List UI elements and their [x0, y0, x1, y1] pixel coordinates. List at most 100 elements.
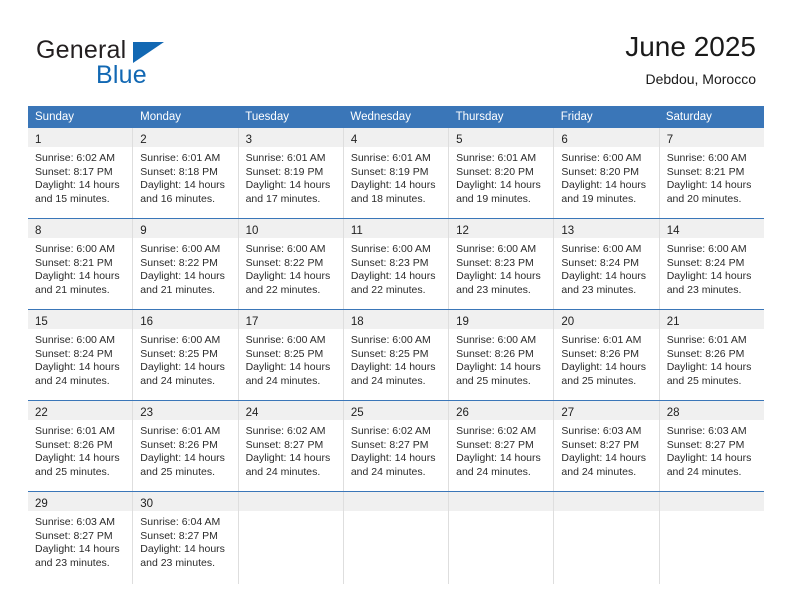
daylight-line-1: Daylight: 14 hours	[350, 361, 436, 374]
day-cell[interactable]: 13 Sunrise: 6:00 AM Sunset: 8:24 PM Dayl…	[554, 219, 660, 309]
day-cell[interactable]: 7 Sunrise: 6:00 AM Sunset: 8:21 PM Dayli…	[659, 128, 764, 218]
day-number-band	[659, 492, 764, 511]
daylight-line-2: and 24 minutes.	[666, 465, 742, 478]
page-subtitle-location: Debdou, Morocco	[645, 71, 756, 87]
day-cell[interactable]: 9 Sunrise: 6:00 AM Sunset: 8:22 PM Dayli…	[133, 219, 239, 309]
day-details: Sunrise: 6:00 AM Sunset: 8:26 PM Dayligh…	[449, 329, 553, 388]
day-number-band: 6	[554, 128, 659, 147]
daylight-line-2: and 23 minutes.	[140, 556, 215, 569]
day-cell[interactable]: 5 Sunrise: 6:01 AM Sunset: 8:20 PM Dayli…	[449, 128, 555, 218]
daylight-line-1: Daylight: 14 hours	[456, 179, 541, 192]
day-cell[interactable]: 3 Sunrise: 6:01 AM Sunset: 8:19 PM Dayli…	[238, 128, 344, 218]
daylight-line-2: and 22 minutes.	[245, 283, 321, 296]
sunrise-line: Sunrise: 6:02 AM	[245, 425, 326, 437]
sunset-line: Sunset: 8:27 PM	[561, 438, 640, 451]
daylight-line-1: Daylight: 14 hours	[666, 452, 752, 465]
daylight-line-1: Daylight: 14 hours	[561, 452, 647, 465]
day-number-band: 27	[554, 401, 659, 420]
sunset-line: Sunset: 8:18 PM	[140, 165, 218, 178]
logo-text-general: General	[36, 36, 127, 64]
day-details: Sunrise: 6:03 AM Sunset: 8:27 PM Dayligh…	[660, 420, 764, 479]
day-number: 18	[350, 316, 364, 328]
day-cell[interactable]: 16 Sunrise: 6:00 AM Sunset: 8:25 PM Dayl…	[133, 310, 239, 400]
day-cell[interactable]: 26 Sunrise: 6:02 AM Sunset: 8:27 PM Dayl…	[449, 401, 555, 491]
daylight-line-2: and 24 minutes.	[35, 374, 110, 387]
daylight-line-1: Daylight: 14 hours	[456, 361, 541, 374]
day-cell[interactable]: 27 Sunrise: 6:03 AM Sunset: 8:27 PM Dayl…	[554, 401, 660, 491]
daylight-line-2: and 19 minutes.	[561, 192, 637, 205]
page-header: General Blue June 2025 Debdou, Morocco	[0, 0, 792, 100]
sunrise-line: Sunrise: 6:03 AM	[666, 425, 747, 437]
logo-text-blue: Blue	[96, 61, 147, 89]
day-number: 25	[350, 407, 364, 419]
day-details: Sunrise: 6:00 AM Sunset: 8:23 PM Dayligh…	[344, 238, 448, 297]
sunrise-line: Sunrise: 6:00 AM	[140, 243, 221, 255]
sunrise-line: Sunrise: 6:00 AM	[35, 334, 115, 346]
day-cell[interactable]: 22 Sunrise: 6:01 AM Sunset: 8:26 PM Dayl…	[28, 401, 134, 491]
day-cell[interactable]: 2 Sunrise: 6:01 AM Sunset: 8:18 PM Dayli…	[133, 128, 239, 218]
daylight-line-1: Daylight: 14 hours	[561, 361, 647, 374]
week-row: 29 Sunrise: 6:03 AM Sunset: 8:27 PM Dayl…	[28, 491, 764, 584]
daylight-line-2: and 18 minutes.	[350, 192, 426, 205]
day-cell[interactable]: 20 Sunrise: 6:01 AM Sunset: 8:26 PM Dayl…	[554, 310, 660, 400]
day-cell[interactable]: 17 Sunrise: 6:00 AM Sunset: 8:25 PM Dayl…	[238, 310, 344, 400]
day-cell[interactable]: 1 Sunrise: 6:02 AM Sunset: 8:17 PM Dayli…	[28, 128, 134, 218]
day-number-band: 13	[554, 219, 659, 238]
day-number-band: 30	[133, 492, 238, 511]
daylight-line-1: Daylight: 14 hours	[561, 270, 647, 283]
daylight-line-2: and 21 minutes.	[140, 283, 215, 296]
daylight-line-2: and 24 minutes.	[350, 374, 426, 387]
sunset-line: Sunset: 8:26 PM	[456, 347, 534, 360]
general-blue-logo[interactable]: General Blue	[36, 36, 256, 89]
day-details: Sunrise: 6:02 AM Sunset: 8:17 PM Dayligh…	[28, 147, 132, 206]
day-number-band: 25	[343, 401, 449, 420]
day-cell[interactable]: 25 Sunrise: 6:02 AM Sunset: 8:27 PM Dayl…	[343, 401, 450, 491]
day-cell[interactable]: 23 Sunrise: 6:01 AM Sunset: 8:26 PM Dayl…	[133, 401, 239, 491]
sunrise-line: Sunrise: 6:01 AM	[245, 152, 326, 164]
sunrise-line: Sunrise: 6:01 AM	[140, 425, 221, 437]
day-details: Sunrise: 6:02 AM Sunset: 8:27 PM Dayligh…	[239, 420, 343, 479]
day-number-band: 12	[449, 219, 554, 238]
sunset-line: Sunset: 8:22 PM	[245, 256, 324, 269]
sunset-line: Sunset: 8:20 PM	[456, 165, 534, 178]
weekday-header-friday: Friday	[560, 111, 593, 123]
day-cell[interactable]: 8 Sunrise: 6:00 AM Sunset: 8:21 PM Dayli…	[28, 219, 134, 309]
day-cell[interactable]: 29 Sunrise: 6:03 AM Sunset: 8:27 PM Dayl…	[28, 492, 134, 584]
daylight-line-2: and 19 minutes.	[456, 192, 531, 205]
day-cell[interactable]: 10 Sunrise: 6:00 AM Sunset: 8:22 PM Dayl…	[238, 219, 344, 309]
day-cell[interactable]: 15 Sunrise: 6:00 AM Sunset: 8:24 PM Dayl…	[28, 310, 134, 400]
sunset-line: Sunset: 8:27 PM	[35, 529, 113, 542]
day-number: 22	[35, 407, 48, 419]
day-cell[interactable]: 4 Sunrise: 6:01 AM Sunset: 8:19 PM Dayli…	[343, 128, 450, 218]
sunset-line: Sunset: 8:19 PM	[350, 165, 429, 178]
day-cell[interactable]: 24 Sunrise: 6:02 AM Sunset: 8:27 PM Dayl…	[238, 401, 344, 491]
sunset-line: Sunset: 8:27 PM	[666, 438, 745, 451]
day-cell[interactable]: 30 Sunrise: 6:04 AM Sunset: 8:27 PM Dayl…	[133, 492, 239, 584]
daylight-line-1: Daylight: 14 hours	[35, 543, 120, 556]
day-cell[interactable]: 12 Sunrise: 6:00 AM Sunset: 8:23 PM Dayl…	[449, 219, 555, 309]
day-cell[interactable]: 28 Sunrise: 6:03 AM Sunset: 8:27 PM Dayl…	[659, 401, 764, 491]
sunset-line: Sunset: 8:23 PM	[350, 256, 429, 269]
day-cell[interactable]: 19 Sunrise: 6:00 AM Sunset: 8:26 PM Dayl…	[449, 310, 555, 400]
daylight-line-2: and 16 minutes.	[140, 192, 215, 205]
day-details: Sunrise: 6:01 AM Sunset: 8:20 PM Dayligh…	[449, 147, 553, 206]
day-number-band: 10	[238, 219, 343, 238]
day-cell[interactable]: 11 Sunrise: 6:00 AM Sunset: 8:23 PM Dayl…	[343, 219, 450, 309]
day-details: Sunrise: 6:00 AM Sunset: 8:21 PM Dayligh…	[660, 147, 764, 206]
daylight-line-1: Daylight: 14 hours	[35, 179, 120, 192]
day-cell[interactable]: 6 Sunrise: 6:00 AM Sunset: 8:20 PM Dayli…	[554, 128, 660, 218]
daylight-line-1: Daylight: 14 hours	[140, 452, 225, 465]
sunrise-line: Sunrise: 6:03 AM	[561, 425, 642, 437]
day-cell[interactable]: 21 Sunrise: 6:01 AM Sunset: 8:26 PM Dayl…	[659, 310, 764, 400]
day-number: 27	[561, 407, 575, 419]
day-number-band: 23	[133, 401, 238, 420]
day-cell[interactable]: 14 Sunrise: 6:00 AM Sunset: 8:24 PM Dayl…	[659, 219, 764, 309]
weekday-header-monday: Monday	[140, 111, 182, 123]
day-number: 14	[666, 225, 680, 237]
day-number-band: 29	[28, 492, 133, 511]
day-number: 24	[245, 407, 259, 419]
daylight-line-2: and 25 minutes.	[140, 465, 215, 478]
day-cell-empty	[449, 492, 555, 584]
day-number-band: 18	[343, 310, 449, 329]
day-cell[interactable]: 18 Sunrise: 6:00 AM Sunset: 8:25 PM Dayl…	[343, 310, 450, 400]
